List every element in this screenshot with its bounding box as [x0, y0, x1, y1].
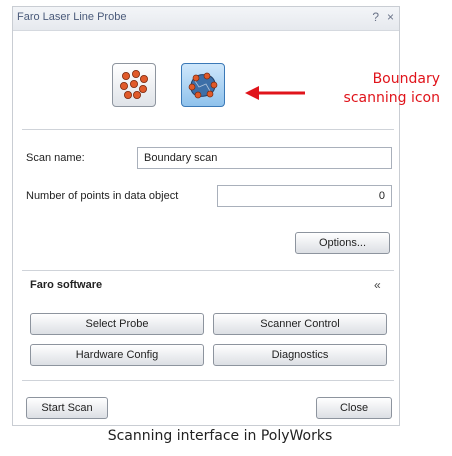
points-count-field: 0 — [217, 185, 392, 207]
points-count-label: Number of points in data object — [26, 190, 179, 202]
divider — [22, 380, 394, 381]
boundary-scanning-button[interactable] — [181, 63, 225, 107]
point-scanning-button[interactable] — [112, 63, 156, 107]
boundary-scanning-icon — [188, 72, 218, 99]
annotation-line-2: scanning icon — [343, 90, 440, 106]
scanner-control-button[interactable]: Scanner Control — [213, 313, 387, 335]
divider — [22, 270, 394, 271]
options-button[interactable]: Options... — [295, 232, 390, 254]
image-caption: Scanning interface in PolyWorks — [107, 428, 333, 444]
select-probe-button[interactable]: Select Probe — [30, 313, 204, 335]
help-button[interactable]: ? — [372, 10, 379, 24]
divider — [22, 129, 394, 130]
start-scan-button[interactable]: Start Scan — [26, 397, 108, 419]
close-button[interactable]: Close — [316, 397, 392, 419]
scan-name-input[interactable]: Boundary scan — [137, 147, 392, 169]
annotation-line-1: Boundary — [372, 71, 440, 87]
point-scanning-icon — [120, 70, 148, 99]
faro-software-section-title: Faro software — [30, 279, 103, 291]
close-window-button[interactable]: × — [387, 10, 394, 24]
collapse-section-icon[interactable]: « — [374, 278, 381, 292]
annotation-arrow-icon — [245, 86, 305, 100]
hardware-config-button[interactable]: Hardware Config — [30, 344, 204, 366]
window-title: Faro Laser Line Probe — [17, 11, 127, 23]
diagnostics-button[interactable]: Diagnostics — [213, 344, 387, 366]
scan-name-label: Scan name: — [26, 152, 85, 164]
title-bar: Faro Laser Line Probe ? × — [13, 7, 399, 31]
annotation-label: Boundary scanning icon — [320, 70, 440, 108]
